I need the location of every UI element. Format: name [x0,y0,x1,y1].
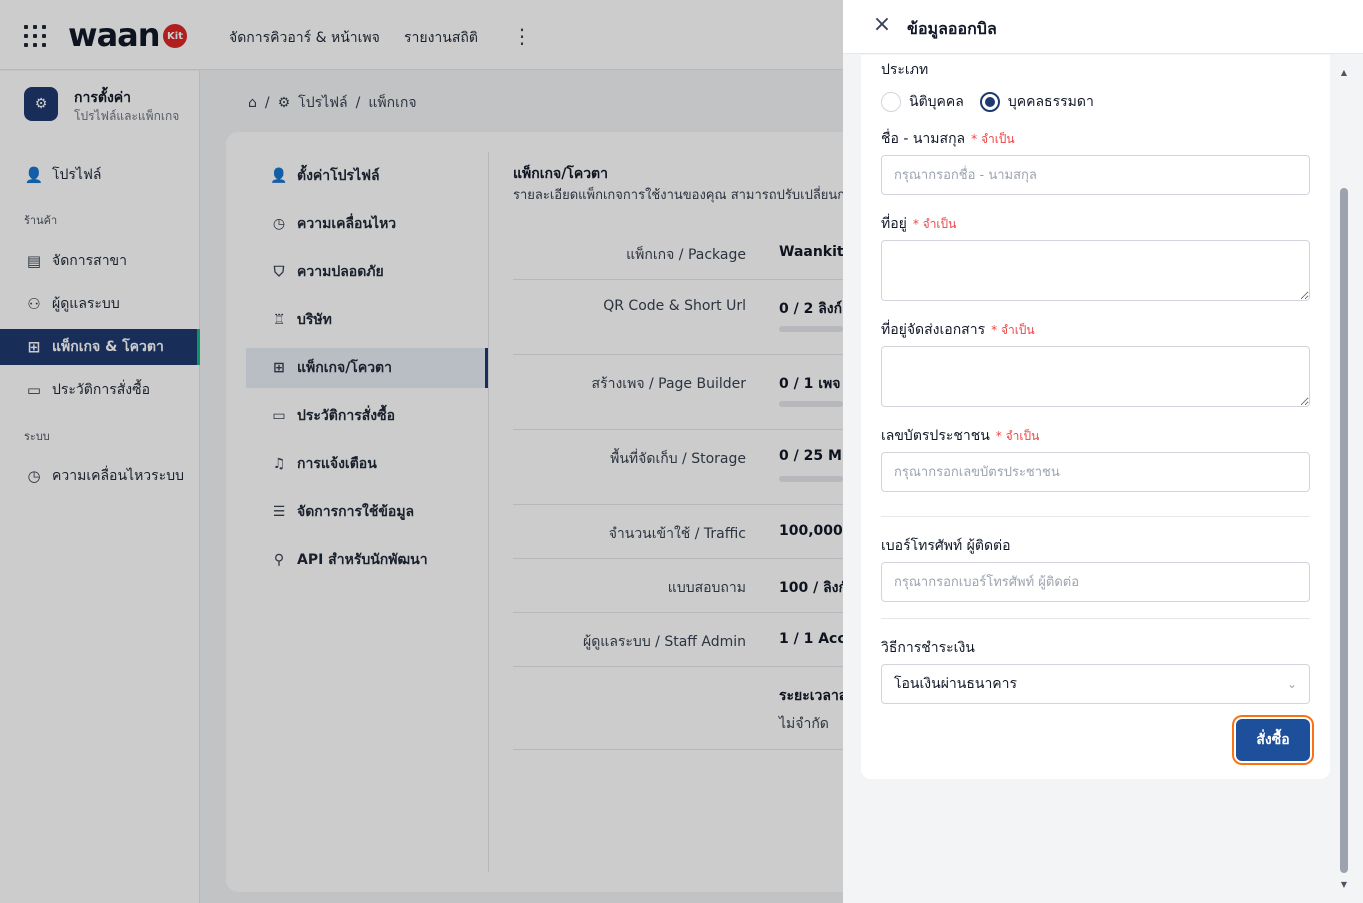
payment-method-value: โอนเงินผ่านธนาคาร [894,676,1018,692]
address-label-text: ที่อยู่ [881,216,907,232]
required-mark: * จำเป็น [971,132,1015,146]
id-card-label: เลขบัตรประชาชน * จำเป็น [881,425,1039,447]
scroll-down-arrow-icon[interactable]: ▼ [1339,880,1349,889]
close-icon[interactable]: × [871,14,893,36]
phone-label: เบอร์โทรศัพท์ ผู้ติดต่อ [881,538,1011,554]
radio-individual-label[interactable]: บุคคลธรรมดา [1008,91,1094,113]
drawer-title: ข้อมูลออกบิล [907,19,997,38]
name-input[interactable] [881,155,1310,195]
radio-juristic-label[interactable]: นิติบุคคล [909,91,964,113]
required-mark: * จำเป็น [912,217,957,231]
radio-juristic[interactable] [881,92,901,112]
type-label: ประเภท [881,62,929,78]
scrollbar[interactable]: ▲ ▼ [1339,68,1349,890]
phone-input[interactable] [881,562,1310,602]
scroll-up-arrow-icon[interactable]: ▲ [1339,68,1349,77]
drawer-header: × ข้อมูลออกบิล [843,0,1363,54]
address-textarea[interactable] [881,240,1310,301]
required-mark: * จำเป็น [995,429,1040,443]
radio-individual[interactable] [979,92,1000,112]
order-submit-button[interactable]: สั่งซื้อ [1236,719,1310,761]
chevron-down-icon: ⌄ [1286,677,1297,691]
address-label: ที่อยู่ * จำเป็น [881,213,956,235]
shipping-label-text: ที่อยู่จัดส่งเอกสาร [881,322,986,338]
modal-overlay[interactable] [0,0,843,903]
required-mark: * จำเป็น [991,323,1035,337]
scroll-thumb[interactable] [1340,188,1348,873]
type-radio-group: นิติบุคคล บุคคลธรรมดา [881,91,1094,113]
billing-form: ประเภท นิติบุคคล บุคคลธรรมดา ชื่อ - นามส… [861,55,1330,779]
billing-drawer: × ข้อมูลออกบิล ประเภท นิติบุคคล บุคคลธรร… [843,0,1363,903]
name-label-text: ชื่อ - นามสกุล [881,131,966,147]
form-divider [881,516,1310,517]
form-divider [881,618,1310,619]
id-card-input[interactable] [881,452,1310,492]
shipping-address-label: ที่อยู่จัดส่งเอกสาร * จำเป็น [881,319,1035,341]
id-label-text: เลขบัตรประชาชน [881,428,990,444]
shipping-address-textarea[interactable] [881,346,1310,407]
payment-method-label: วิธีการชำระเงิน [881,640,975,656]
name-label: ชื่อ - นามสกุล * จำเป็น [881,128,1015,150]
payment-method-select[interactable]: โอนเงินผ่านธนาคาร ⌄ [881,664,1310,704]
